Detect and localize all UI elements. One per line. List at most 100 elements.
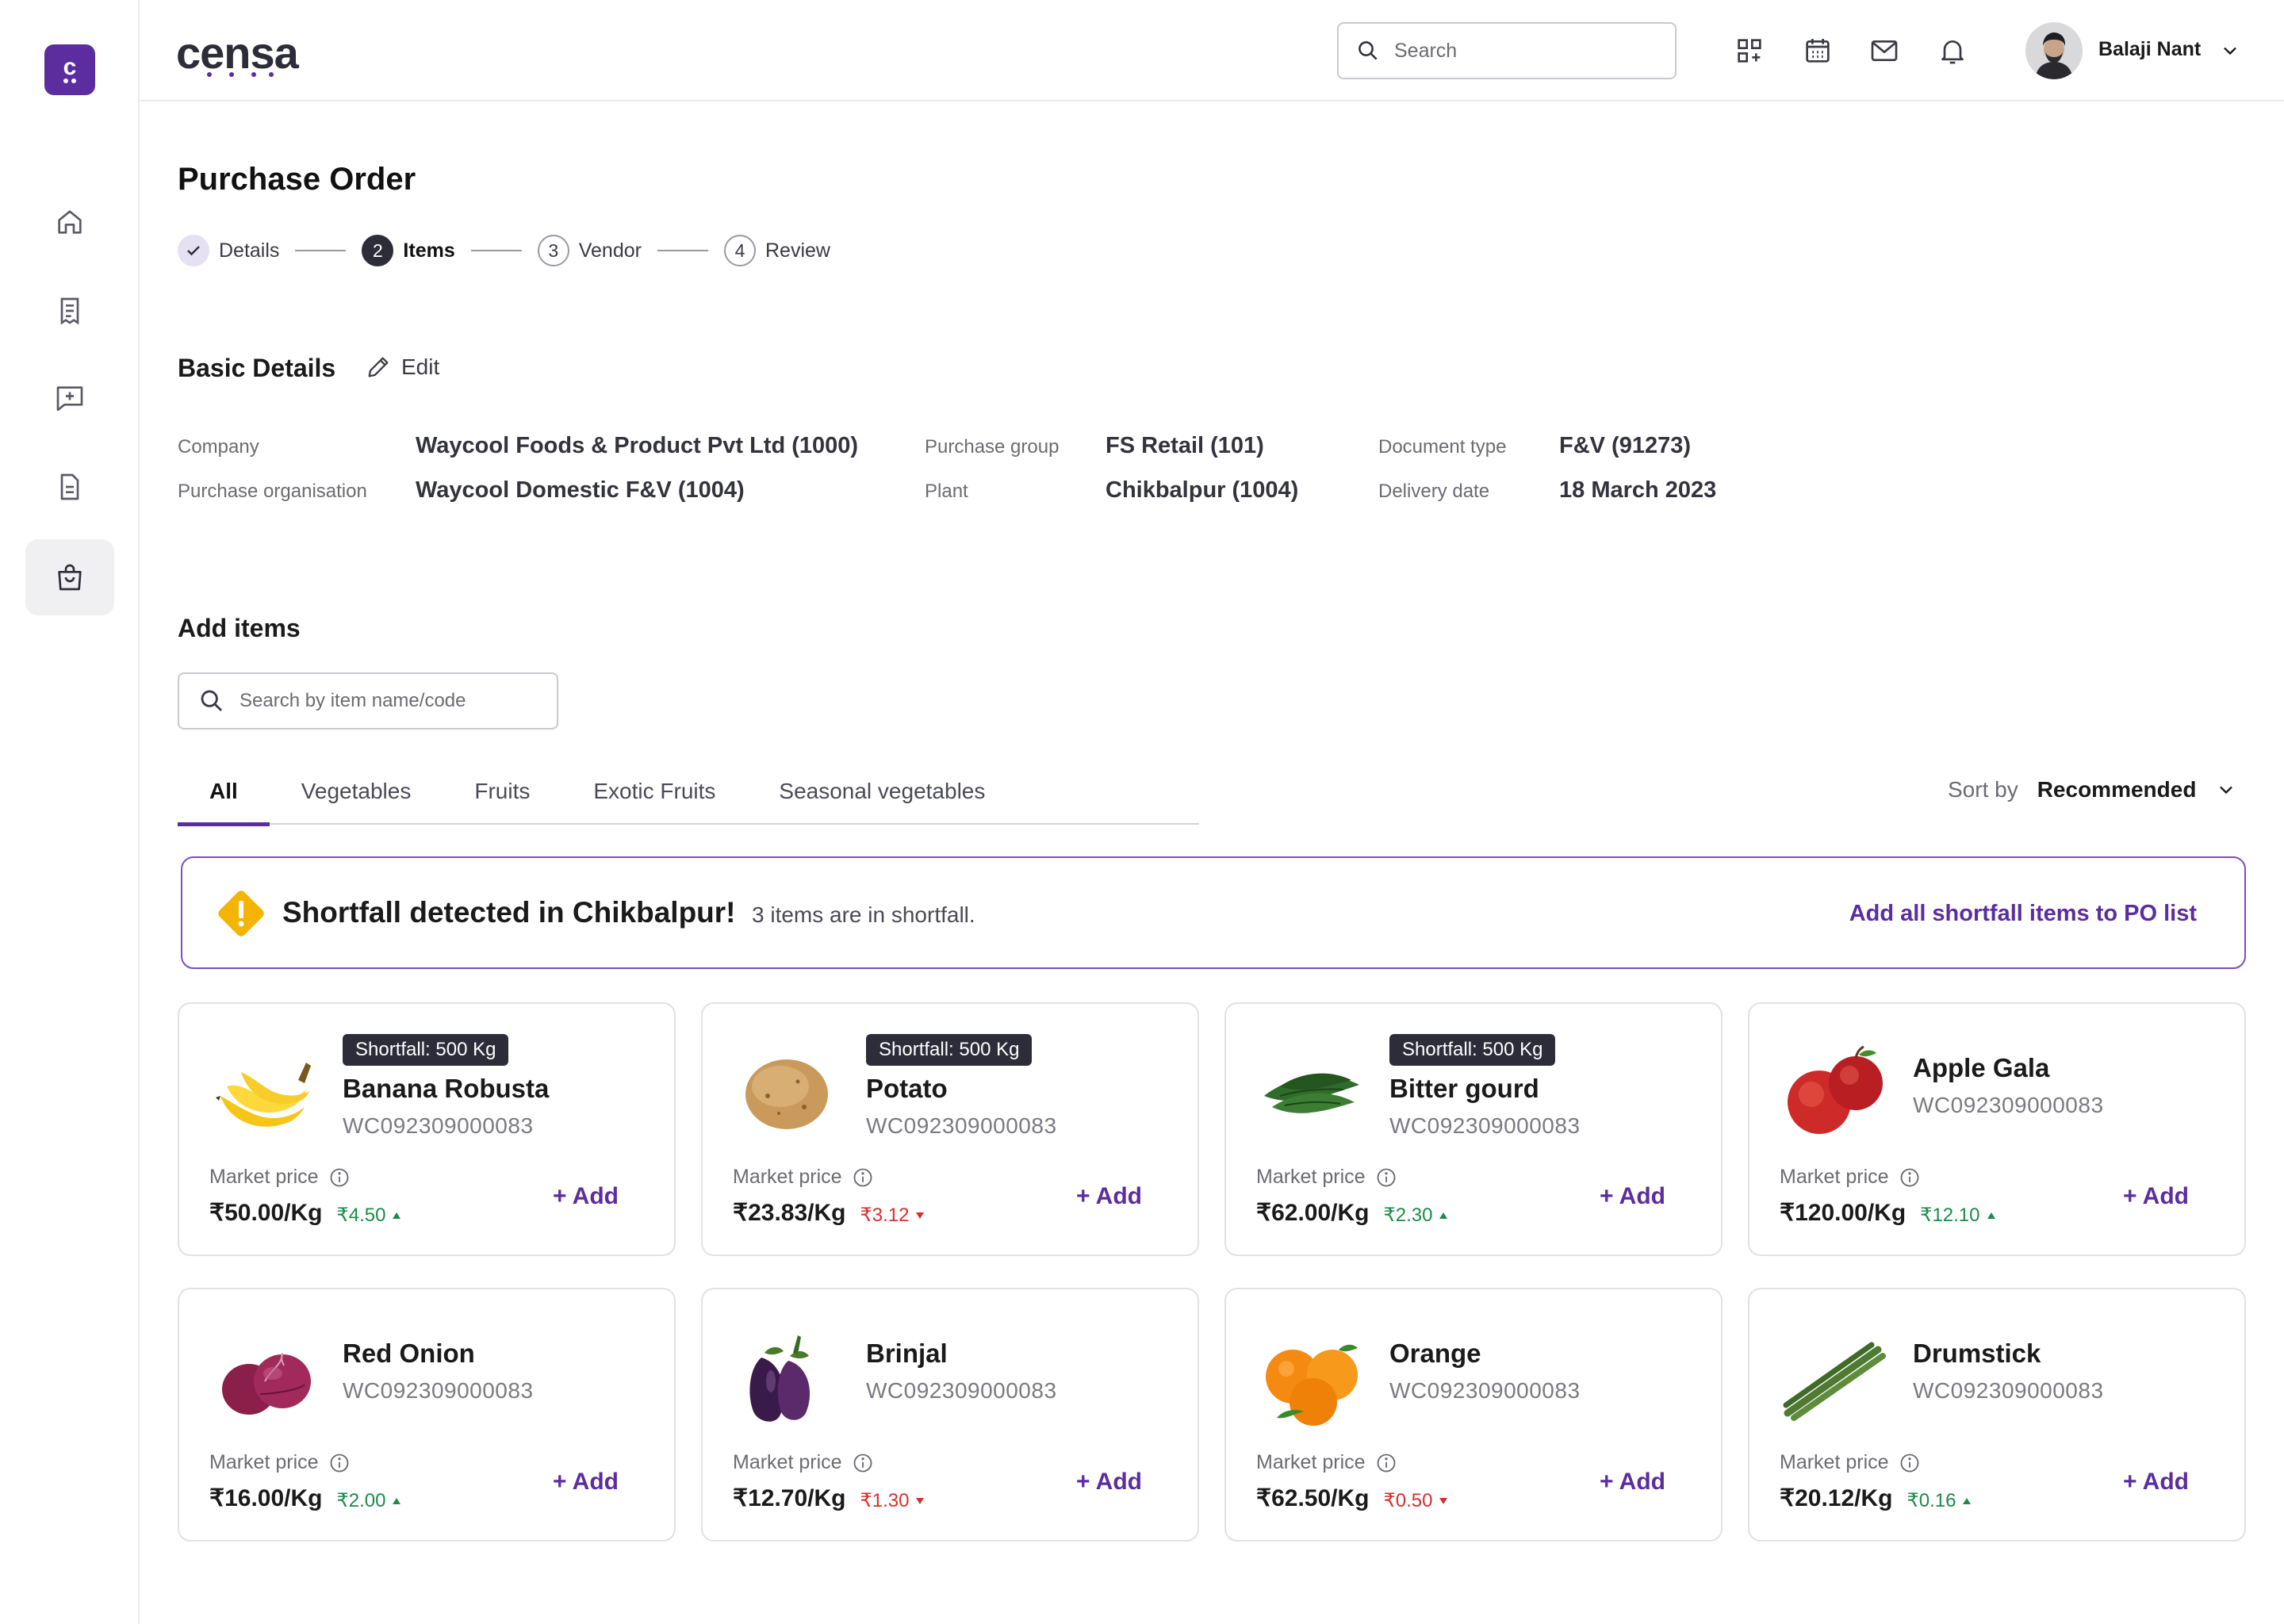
item-card-brinjal: Brinjal WC092309000083 Market price ₹12.… xyxy=(701,1288,1199,1542)
calendar-button[interactable] xyxy=(1799,32,1837,70)
tab-all[interactable]: All xyxy=(178,766,270,826)
edit-label: Edit xyxy=(401,354,440,379)
apps-button[interactable] xyxy=(1730,32,1769,70)
add-items-title: Add items xyxy=(178,614,301,642)
step-connector xyxy=(295,250,347,251)
tab-seasonal-vegetables[interactable]: Seasonal vegetables xyxy=(747,766,1017,825)
item-search-input[interactable]: Search by item name/code xyxy=(178,672,558,730)
item-name: Red Onion xyxy=(343,1339,475,1368)
market-price-text: Market price xyxy=(1256,1166,1366,1188)
price-change: ₹12.10 xyxy=(1920,1204,1995,1227)
chevron-down-icon xyxy=(2220,786,2233,795)
arrow-up-icon xyxy=(1987,1212,1995,1219)
item-price: ₹50.00/Kg xyxy=(209,1200,323,1226)
price-change: ₹2.00 xyxy=(337,1489,402,1512)
item-image xyxy=(1780,1326,1891,1429)
add-item-button[interactable]: + Add xyxy=(1600,1183,1665,1210)
market-price-label: Market price xyxy=(209,1451,351,1474)
item-price: ₹12.70/Kg xyxy=(733,1485,846,1511)
add-item-button[interactable]: + Add xyxy=(2123,1469,2189,1496)
item-price: ₹62.00/Kg xyxy=(1256,1200,1370,1226)
step-connector xyxy=(470,250,522,251)
sort-label: Sort by xyxy=(1948,777,2018,802)
delivery-date-value: 18 March 2023 xyxy=(1559,477,1717,503)
info-icon[interactable] xyxy=(1899,1452,1921,1474)
user-avatar-icon xyxy=(2025,22,2083,79)
logo-letter: c xyxy=(63,54,77,80)
arrow-down-icon xyxy=(1439,1497,1448,1504)
step-number: 2 xyxy=(362,235,394,266)
shortfall-banner: Shortfall detected in Chikbalpur! 3 item… xyxy=(181,856,2246,969)
add-item-button[interactable]: + Add xyxy=(1076,1183,1142,1210)
info-icon[interactable] xyxy=(1899,1166,1921,1189)
step-review[interactable]: 4 Review xyxy=(723,235,830,266)
add-item-button[interactable]: + Add xyxy=(553,1183,619,1210)
chevron-down-icon[interactable] xyxy=(2219,40,2241,62)
global-search-input[interactable]: Search xyxy=(1337,22,1677,79)
sidebar-orders[interactable] xyxy=(25,273,114,349)
info-icon[interactable] xyxy=(328,1452,351,1474)
add-all-shortfall-link[interactable]: Add all shortfall items to PO list xyxy=(1849,901,2197,927)
info-icon[interactable] xyxy=(1375,1166,1397,1189)
add-item-button[interactable]: + Add xyxy=(2123,1183,2189,1210)
sidebar-purchase[interactable] xyxy=(25,539,114,615)
item-code: WC092309000083 xyxy=(866,1378,1057,1403)
add-item-button[interactable]: + Add xyxy=(1076,1469,1142,1496)
user-name[interactable]: Balaji Nant xyxy=(2098,38,2201,61)
item-card-red-onion: Red Onion WC092309000083 Market price ₹1… xyxy=(178,1288,676,1542)
item-image xyxy=(733,1040,844,1143)
shortfall-subtitle: 3 items are in shortfall. xyxy=(752,902,975,927)
tab-vegetables[interactable]: Vegetables xyxy=(270,766,443,825)
item-image xyxy=(1256,1040,1367,1143)
arrow-up-icon xyxy=(1439,1212,1448,1219)
avatar[interactable] xyxy=(2025,22,2083,79)
price-change-value: ₹0.50 xyxy=(1383,1490,1433,1511)
price-change: ₹1.30 xyxy=(860,1489,925,1512)
market-price-label: Market price xyxy=(733,1451,874,1474)
tab-exotic-fruits[interactable]: Exotic Fruits xyxy=(561,766,747,825)
sidebar-home[interactable] xyxy=(25,184,114,260)
price-change: ₹2.30 xyxy=(1384,1204,1449,1227)
market-price-label: Market price xyxy=(1256,1166,1397,1189)
arrow-up-icon xyxy=(393,1497,401,1504)
item-name: Orange xyxy=(1389,1339,1481,1368)
price-change-value: ₹4.50 xyxy=(336,1205,386,1226)
add-item-button[interactable]: + Add xyxy=(553,1469,619,1496)
market-price-label: Market price xyxy=(733,1166,874,1189)
app-logo[interactable]: c xyxy=(44,44,95,95)
item-price: ₹20.12/Kg xyxy=(1780,1485,1893,1511)
info-icon[interactable] xyxy=(1375,1452,1397,1474)
pencil-icon xyxy=(368,357,389,377)
notifications-button[interactable] xyxy=(1933,32,1972,70)
info-icon[interactable] xyxy=(852,1166,874,1189)
tab-fruits[interactable]: Fruits xyxy=(443,766,561,825)
market-price-text: Market price xyxy=(1780,1451,1889,1473)
step-details[interactable]: Details xyxy=(178,235,279,266)
item-code: WC092309000083 xyxy=(343,1113,534,1138)
info-icon[interactable] xyxy=(328,1166,351,1189)
add-item-button[interactable]: + Add xyxy=(1600,1469,1665,1496)
info-icon[interactable] xyxy=(852,1452,874,1474)
edit-button[interactable]: Edit xyxy=(365,354,439,381)
item-name: Bitter gourd xyxy=(1389,1074,1539,1103)
shortfall-badge: Shortfall: 500 Kg xyxy=(1389,1034,1556,1066)
step-label: Vendor xyxy=(578,239,642,262)
step-items[interactable]: 2 Items xyxy=(362,235,455,266)
sort-dropdown[interactable]: Sort by Recommended xyxy=(1948,777,2237,802)
item-price: ₹120.00/Kg xyxy=(1780,1200,1907,1226)
item-name: Potato xyxy=(866,1074,948,1103)
item-card-orange: Orange WC092309000083 Market price ₹62.5… xyxy=(1224,1288,1723,1542)
sidebar: c xyxy=(0,0,140,1624)
step-vendor[interactable]: 3 Vendor xyxy=(537,235,642,266)
brand-dots xyxy=(207,72,274,77)
step-label: Details xyxy=(219,239,280,262)
sidebar-messages[interactable] xyxy=(25,360,114,436)
purchase-group-label: Purchase group xyxy=(925,436,1060,458)
sidebar-documents[interactable] xyxy=(25,449,114,525)
shortfall-title: Shortfall detected in Chikbalpur! xyxy=(282,896,736,929)
price-change-value: ₹2.30 xyxy=(1383,1205,1433,1226)
item-image xyxy=(1780,1040,1891,1143)
mail-button[interactable] xyxy=(1865,32,1903,70)
market-price-label: Market price xyxy=(209,1166,351,1189)
arrow-down-icon xyxy=(916,1212,925,1219)
